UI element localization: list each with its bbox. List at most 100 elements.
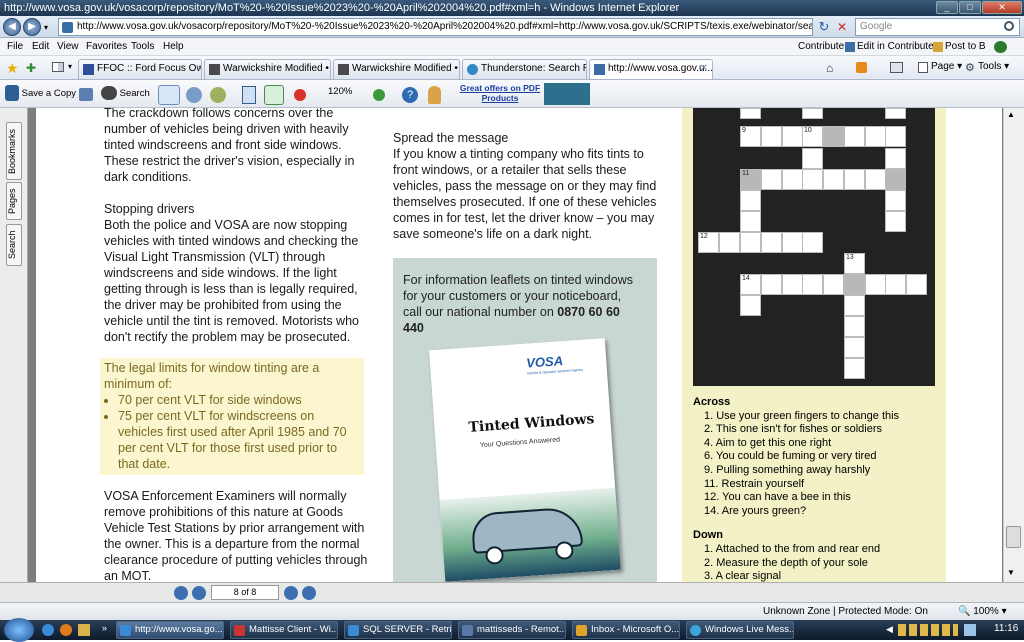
quicklaunch-folder-icon[interactable] (78, 624, 90, 636)
scroll-thumb[interactable] (1006, 526, 1021, 548)
refresh-button[interactable]: ↻ (816, 19, 832, 35)
user-icon[interactable] (428, 86, 441, 104)
down-list: 1. Attached to the from and rear end 2. … (693, 543, 943, 582)
scroll-down-icon[interactable]: ▼ (1007, 568, 1015, 577)
search-icon[interactable] (1004, 21, 1014, 31)
zoom-out-icon[interactable] (294, 89, 306, 101)
paragraph-enforcement-text: VOSA Enforcement Examiners will normally… (104, 489, 368, 582)
taskbar-item-sql[interactable]: SQL SERVER - Retrie... (344, 621, 452, 639)
pdf-page: The crackdown follows concerns over the … (36, 108, 1002, 582)
print-icon[interactable] (890, 62, 903, 73)
menu-tools[interactable]: Tools (131, 40, 154, 54)
tab-label: http://www.vosa.gov.u... (608, 63, 713, 74)
save-a-copy-button[interactable]: Save a Copy (5, 84, 76, 104)
contribute-icon (845, 42, 855, 52)
crossword-cell (844, 337, 865, 358)
scroll-up-icon[interactable]: ▲ (1007, 110, 1015, 119)
quick-tabs-icon[interactable] (52, 62, 64, 72)
crossword-cell (719, 232, 740, 253)
navigation-pane-tabs: Bookmarks Pages Search (0, 108, 28, 582)
fit-page-icon[interactable] (264, 85, 284, 105)
actual-size-icon[interactable] (242, 86, 256, 104)
app-icon (234, 625, 245, 636)
tab-favicon (594, 64, 605, 75)
print-pdf-icon[interactable] (79, 88, 93, 101)
next-page-icon[interactable] (284, 586, 298, 600)
stop-button[interactable]: ✕ (834, 19, 850, 35)
menu-edit[interactable]: Edit (32, 40, 49, 54)
tab-list-icon[interactable]: ▾ (68, 62, 72, 71)
security-zone[interactable]: Unknown Zone | Protected Mode: On (763, 604, 928, 620)
tab-warwickshire-1[interactable]: Warwickshire Modified • V... (204, 59, 331, 79)
search-pdf-button[interactable]: Search (101, 84, 150, 104)
menu-favorites[interactable]: Favorites (86, 40, 127, 54)
taskbar-label: mattisseds - Remot... (477, 624, 566, 635)
taskbar-label: SQL SERVER - Retrie... (363, 624, 452, 635)
close-window-button[interactable]: ✕ (982, 1, 1022, 14)
tray-expand-icon[interactable]: ◀ (886, 624, 893, 635)
post-to-blog-button[interactable]: Post to Blo (945, 40, 985, 54)
start-button[interactable] (4, 618, 34, 642)
taskbar-item-messenger[interactable]: Windows Live Mess... (686, 621, 794, 639)
binoculars-icon (101, 86, 117, 101)
history-dropdown-icon[interactable]: ▾ (44, 23, 48, 32)
feeds-icon[interactable] (856, 62, 867, 73)
quicklaunch-ie-icon[interactable] (42, 624, 54, 636)
zoom-status[interactable]: 🔍 100% ▾ (958, 604, 1007, 620)
vertical-scrollbar[interactable]: ▲ ▼ (1003, 108, 1024, 582)
pages-tab[interactable]: Pages (6, 182, 22, 220)
quicklaunch-more-icon[interactable]: » (102, 623, 107, 633)
taskbar-item-outlook[interactable]: Inbox - Microsoft O... (572, 621, 680, 639)
favorites-star-icon[interactable]: ★ (6, 60, 19, 77)
crossword-cell (885, 126, 906, 147)
taskbar-item-ie[interactable]: http://www.vosa.go... (116, 621, 224, 639)
tab-thunderstone[interactable]: Thunderstone: Search Res... (462, 59, 587, 79)
zoom-level[interactable]: 120% (328, 86, 352, 97)
tab-vosa-active[interactable]: http://www.vosa.gov.u... ✕ (589, 59, 713, 79)
help-icon[interactable]: ? (402, 87, 418, 103)
tab-warwickshire-2[interactable]: Warwickshire Modified • V... (333, 59, 460, 79)
bookmarks-tab[interactable]: Bookmarks (6, 122, 22, 180)
close-tab-icon[interactable]: ✕ (700, 60, 708, 78)
forward-button[interactable]: ▶ (23, 18, 41, 36)
tools-menu[interactable]: Tools ▾ (978, 61, 1009, 72)
add-favorites-icon[interactable]: ✚ (26, 61, 36, 75)
zoom-in-icon[interactable] (373, 89, 385, 101)
offer-link[interactable]: Great offers on PDF Products (458, 83, 542, 105)
adobe-banner-image[interactable] (544, 83, 590, 105)
taskbar-item-mattisse[interactable]: Mattisse Client - Wi... (230, 621, 338, 639)
search-tab[interactable]: Search (6, 224, 22, 266)
home-icon[interactable]: ⌂ (826, 61, 833, 75)
volume-icon[interactable] (964, 624, 976, 636)
search-input[interactable]: Google (855, 18, 1020, 36)
tab-ffoc[interactable]: FFOC :: Ford Focus Owner... (78, 59, 202, 79)
page-number-field[interactable]: 8 of 8 (211, 585, 279, 600)
quicklaunch-firefox-icon[interactable] (60, 624, 72, 636)
last-page-icon[interactable] (302, 586, 316, 600)
menu-file[interactable]: File (7, 40, 23, 54)
first-page-icon[interactable] (174, 586, 188, 600)
crossword-cell: 10 (802, 126, 823, 147)
clock[interactable]: 11:16 (994, 623, 1018, 634)
snapshot-tool-icon[interactable] (210, 87, 226, 103)
taskbar-label: http://www.vosa.go... (135, 624, 223, 635)
taskbar-item-remote[interactable]: mattisseds - Remot... (458, 621, 566, 639)
system-tray-icons[interactable] (898, 624, 958, 636)
contribute-button[interactable]: Contribute (798, 40, 844, 54)
url-input[interactable]: http://www.vosa.gov.uk/vosacorp/reposito… (58, 18, 813, 36)
edit-in-contribute-button[interactable]: Edit in Contribute (857, 40, 934, 54)
toolbar-extra-icon[interactable] (994, 41, 1007, 53)
previous-page-icon[interactable] (192, 586, 206, 600)
select-tool-icon[interactable] (186, 87, 202, 103)
hand-tool-icon[interactable] (158, 85, 180, 105)
menu-view[interactable]: View (57, 40, 79, 54)
legal-limits-box: The legal limits for window tinting are … (100, 358, 364, 475)
page-menu[interactable]: Page ▾ (931, 61, 962, 72)
crossword-cell (844, 126, 865, 147)
minimize-button[interactable]: _ (936, 1, 958, 14)
maximize-button[interactable]: □ (959, 1, 981, 14)
menu-help[interactable]: Help (163, 40, 184, 54)
taskbar-label: Mattisse Client - Wi... (249, 624, 338, 635)
clue-number: 11 (742, 170, 750, 177)
back-button[interactable]: ◀ (3, 18, 21, 36)
